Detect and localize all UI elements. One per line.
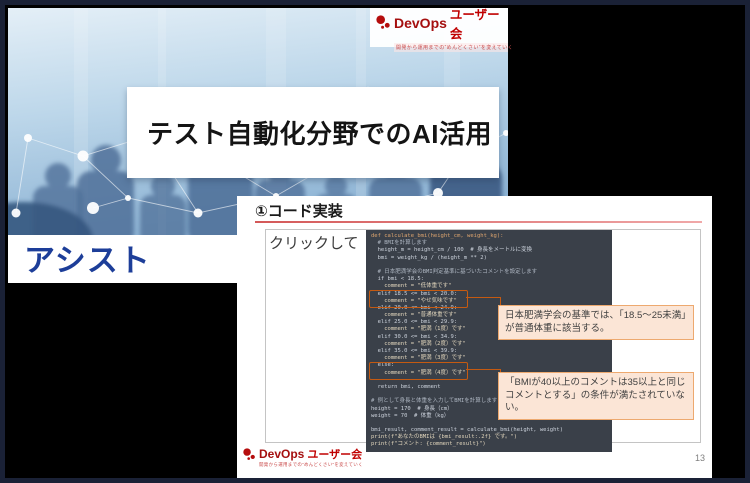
assist-logo: アシスト [24,242,151,280]
placeholder-text: クリックして [269,232,359,253]
footer-devops-brand: DevOps [259,447,304,461]
code-line: bmi = weight_kg / (height_m ** 2) [371,255,612,262]
annotation-normal-weight: 日本肥満学会の基準では、「18.5〜25未満」が普通体重に該当する。 [498,305,694,340]
code-line [371,262,612,269]
footer-devops-logo: DevOps ユーザー会 開発から運用までの“めんどくさい”を変えていく [243,446,363,468]
code-slide: ①コード実装 クリックして def calculate_bmi(height_c… [237,196,712,478]
footer-devops-suffix: ユーザー会 [307,446,362,462]
connector-line-2 [466,369,501,374]
heading-underline [255,221,702,223]
code-line: comment = "肥満（2度）です" [371,341,612,348]
connector-line-1 [466,297,501,306]
devops-suffix-text: ユーザー会 [450,4,508,42]
devops-dots-icon [243,448,256,461]
highlight-box-else [369,362,468,380]
devops-badge: DevOps ユーザー会 開発から運用までの“めんどくさい”を変えていく [370,8,508,47]
code-line: height_m = height_cm / 100 # 身長をメートルに変換 [371,247,612,254]
section-heading: ①コード実装 [255,200,343,221]
page-number: 13 [675,453,705,463]
code-line: # 日本肥満学会のBMI判定基準に基づいたコメントを設定します [371,269,612,276]
devops-dots-icon [376,15,391,30]
annotation-bmi40-condition: 「BMIが40以上のコメントは35以上と同じコメントとする」の条件が満たされてい… [498,372,694,420]
presentation-page: DevOps ユーザー会 開発から運用までの“めんどくさい”を変えていく テスト… [0,0,750,483]
slide-title: テスト自動化分野でのAI活用 [127,114,492,151]
highlight-box-yase [369,290,468,308]
code-line [371,420,612,427]
devops-tagline: 開発から運用までの“めんどくさい”を変えていく [394,43,508,52]
code-line: print(f"コメント: {comment_result}") [371,441,612,448]
devops-brand-text: DevOps [394,15,447,31]
title-box: テスト自動化分野でのAI活用 [127,87,499,178]
footer-devops-tagline: 開発から運用までの“めんどくさい”を変えていく [259,462,363,468]
